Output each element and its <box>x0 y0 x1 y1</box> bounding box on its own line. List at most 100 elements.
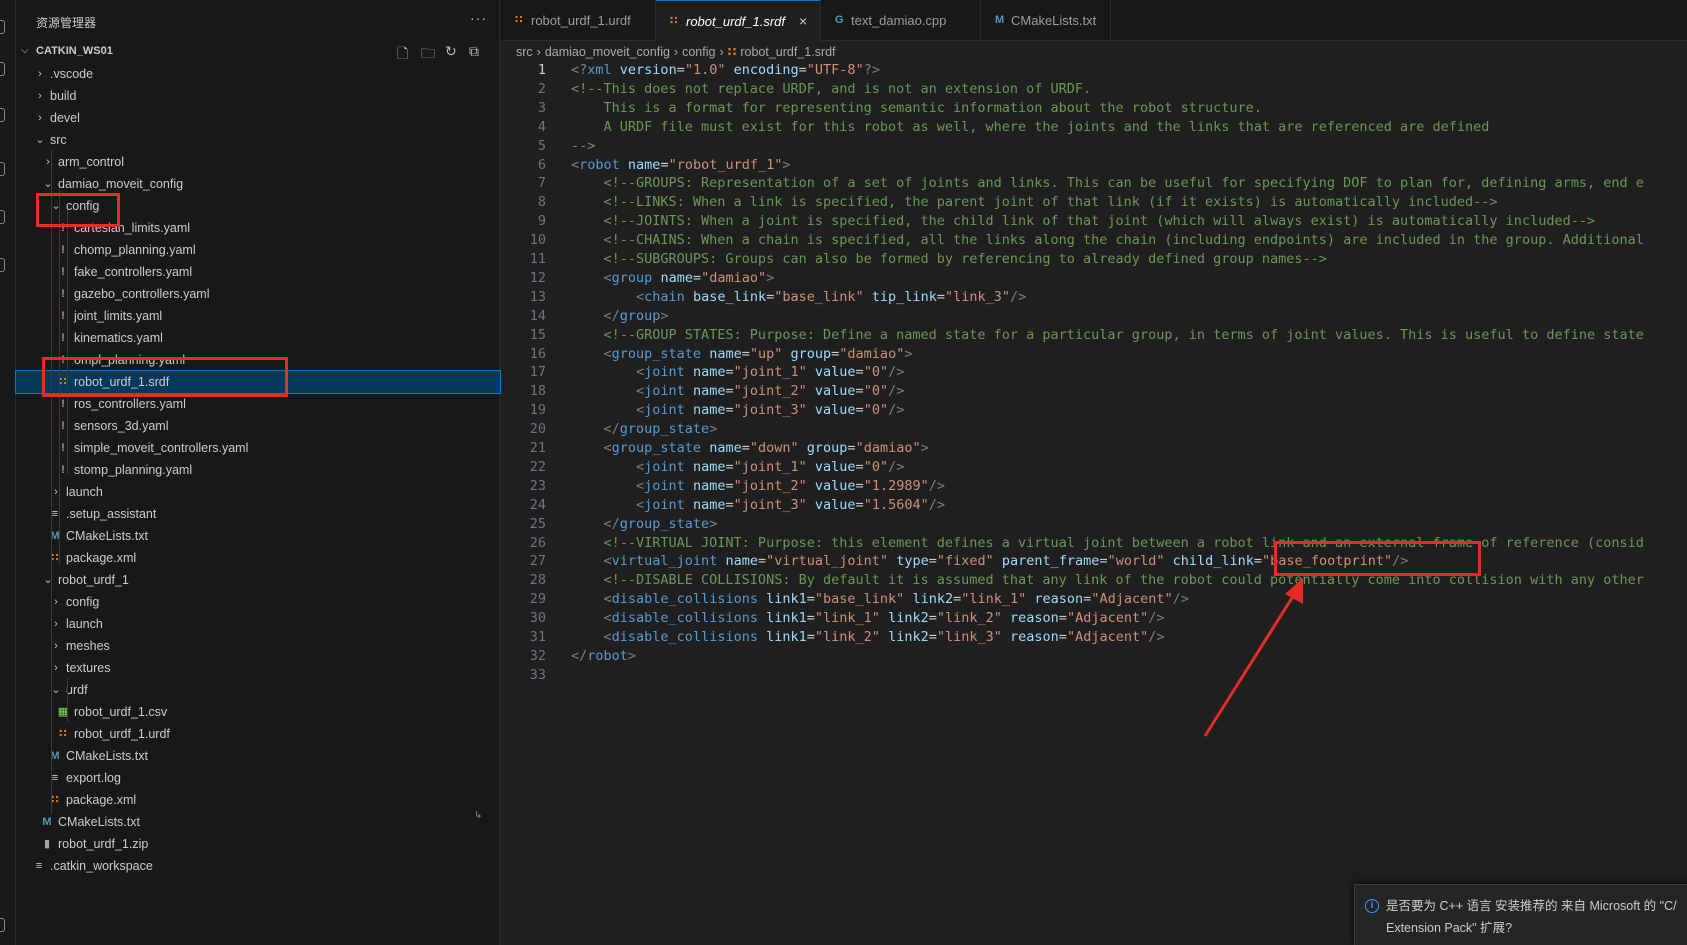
tree-folder[interactable]: › meshes <box>16 635 500 657</box>
notification-toast[interactable]: i 是否要为 C++ 语言 安装推荐的 来自 Microsoft 的 "C/ E… <box>1354 884 1687 945</box>
run-debug-icon[interactable] <box>0 162 5 176</box>
account-icon[interactable] <box>0 918 5 932</box>
tree-folder[interactable]: › .vscode <box>16 63 500 85</box>
tree-folder[interactable]: › arm_control <box>16 151 500 173</box>
code-line[interactable]: <disable_collisions link1="link_1" link2… <box>571 610 1165 626</box>
code-token: disable_collisions <box>611 629 758 645</box>
breadcrumb-item[interactable]: config <box>682 45 715 59</box>
code-line[interactable]: <!--LINKS: When a link is specified, the… <box>571 194 1498 210</box>
tree-file[interactable]: M CMakeLists.txt <box>16 745 500 767</box>
tree-file[interactable]: ! fake_controllers.yaml <box>16 261 500 283</box>
tree-file[interactable]: ≡ .setup_assistant <box>16 503 500 525</box>
tree-folder[interactable]: › launch <box>16 613 500 635</box>
tree-file[interactable]: M CMakeLists.txt <box>16 525 500 547</box>
source-control-icon[interactable] <box>0 108 5 122</box>
tree-folder[interactable]: › textures <box>16 657 500 679</box>
code-line[interactable]: <joint name="joint_2" value="1.2989"/> <box>571 478 945 494</box>
code-token: = <box>936 288 945 305</box>
breadcrumb-item[interactable]: damiao_moveit_config <box>545 45 670 59</box>
tree-file[interactable]: ≡ .catkin_workspace <box>16 855 500 877</box>
tree-folder[interactable]: › config <box>16 591 500 613</box>
code-line[interactable]: </robot> <box>571 648 636 664</box>
tree-file[interactable]: ▦ robot_urdf_1.csv <box>16 701 500 723</box>
collapse-icon[interactable]: ⧉ <box>469 43 479 60</box>
explorer-icon[interactable] <box>0 20 5 34</box>
code-line[interactable]: <joint name="joint_2" value="0"/> <box>571 383 904 399</box>
tree-file[interactable]: ! stomp_planning.yaml <box>16 459 500 481</box>
tree-file[interactable]: ∷ robot_urdf_1.urdf <box>16 723 500 745</box>
tree-file[interactable]: ∷ package.xml <box>16 789 500 811</box>
tab-1[interactable]: ∷ robot_urdf_1.srdf × <box>656 0 821 42</box>
tree-folder[interactable]: ⌄ robot_urdf_1 <box>16 569 500 591</box>
code-token: = <box>692 269 702 286</box>
tree-file[interactable]: ∷ package.xml <box>16 547 500 569</box>
tree-file[interactable]: ▮ robot_urdf_1.zip <box>16 833 500 855</box>
code-line[interactable]: <disable_collisions link1="base_link" li… <box>571 591 1189 607</box>
cpp-icon: G <box>835 14 844 26</box>
code-line[interactable]: This is a format for representing semant… <box>571 100 1262 116</box>
code-line[interactable]: <!--DISABLE COLLISIONS: By default it is… <box>571 572 1644 588</box>
code-line[interactable]: <joint name="joint_3" value="1.5604"/> <box>571 497 945 513</box>
tree-file[interactable]: M CMakeLists.txt <box>16 811 500 833</box>
code-line[interactable]: <joint name="joint_3" value="0"/> <box>571 402 904 418</box>
tree-file[interactable]: ! joint_limits.yaml <box>16 305 500 327</box>
tree-folder[interactable]: › launch <box>16 481 500 503</box>
code-line[interactable]: </group_state> <box>571 516 718 532</box>
code-line[interactable]: <group_state name="up" group="damiao"> <box>571 346 913 362</box>
code-line[interactable]: <group name="damiao"> <box>571 269 775 286</box>
code-line[interactable]: </group_state> <box>571 421 718 437</box>
tree-item-label: package.xml <box>66 551 137 565</box>
code-line[interactable]: </group> <box>571 308 669 324</box>
code-line[interactable]: <chain base_link="base_link" tip_link="l… <box>571 289 1026 305</box>
refresh-icon[interactable]: ↻ <box>445 43 457 60</box>
code-line[interactable]: <!--SUBGROUPS: Groups can also be formed… <box>571 251 1327 267</box>
code-line[interactable]: --> <box>571 138 595 154</box>
tree-file[interactable]: ! gazebo_controllers.yaml <box>16 283 500 305</box>
code-line[interactable]: <joint name="joint_1" value="0"/> <box>571 364 904 380</box>
code-token: "Adjacent" <box>1091 591 1173 608</box>
code-token: = <box>798 62 807 78</box>
code-line[interactable]: <robot name="robot_urdf_1"> <box>571 157 791 173</box>
tree-item-label: CMakeLists.txt <box>66 749 148 763</box>
more-actions-icon[interactable]: ··· <box>470 10 487 26</box>
code-line[interactable]: <!--GROUPS: Representation of a set of j… <box>571 175 1644 191</box>
breadcrumb-item[interactable]: robot_urdf_1.srdf <box>740 45 835 59</box>
code-line[interactable]: <!--CHAINS: When a chain is specified, a… <box>571 232 1644 248</box>
code-line[interactable]: <!--JOINTS: When a joint is specified, t… <box>571 213 1596 229</box>
code-line[interactable]: <!--GROUP STATES: Purpose: Define a name… <box>571 327 1644 343</box>
tree-file[interactable]: ! sensors_3d.yaml <box>16 415 500 437</box>
extensions-icon[interactable] <box>0 210 5 224</box>
tree-file[interactable]: ! chomp_planning.yaml <box>16 239 500 261</box>
text-file-icon: ≡ <box>35 860 43 872</box>
code-token: < <box>636 364 645 381</box>
tree-file[interactable]: ! kinematics.yaml <box>16 327 500 349</box>
tab-2[interactable]: Gtext_damiao.cpp <box>821 0 981 41</box>
code-line[interactable]: <group_state name="down" group="damiao"> <box>571 440 929 456</box>
search-icon[interactable] <box>0 62 5 76</box>
code-line[interactable]: <?xml version="1.0" encoding="UTF-8"?> <box>571 62 880 78</box>
close-tab-icon[interactable]: × <box>799 1 807 42</box>
workspace-header[interactable]: ⌵ CATKIN_WS01 🗋 🗀 ↻ ⧉ <box>16 42 500 62</box>
tree-file[interactable]: ≡ export.log <box>16 767 500 789</box>
tab-0[interactable]: ∷ robot_urdf_1.urdf <box>501 0 656 41</box>
tree-item-label: .vscode <box>50 67 94 81</box>
remote-icon[interactable] <box>0 258 5 272</box>
tree-folder[interactable]: ⌄ damiao_moveit_config <box>16 173 500 195</box>
code-line[interactable]: <!--VIRTUAL JOINT: Purpose: this element… <box>571 535 1644 551</box>
tree-folder[interactable]: ⌄ urdf <box>16 679 500 701</box>
code-line[interactable]: <!--This does not replace URDF, and is n… <box>571 81 1091 97</box>
tree-folder[interactable]: ⌄ src <box>16 129 500 151</box>
tree-file[interactable]: ! simple_moveit_controllers.yaml <box>16 437 500 459</box>
tree-folder[interactable]: › devel <box>16 107 500 129</box>
code-line[interactable]: <joint name="joint_1" value="0"/> <box>571 459 904 475</box>
tree-item-label: launch <box>66 485 103 499</box>
code-line[interactable]: A URDF file must exist for this robot as… <box>571 119 1490 135</box>
tree-folder[interactable]: › build <box>16 85 500 107</box>
code-line[interactable]: <disable_collisions link1="link_2" link2… <box>571 629 1165 645</box>
code-token: "joint_1" <box>733 458 807 475</box>
breadcrumb-item[interactable]: src <box>516 45 533 59</box>
tab-3[interactable]: M CMakeLists.txt <box>981 0 1111 41</box>
